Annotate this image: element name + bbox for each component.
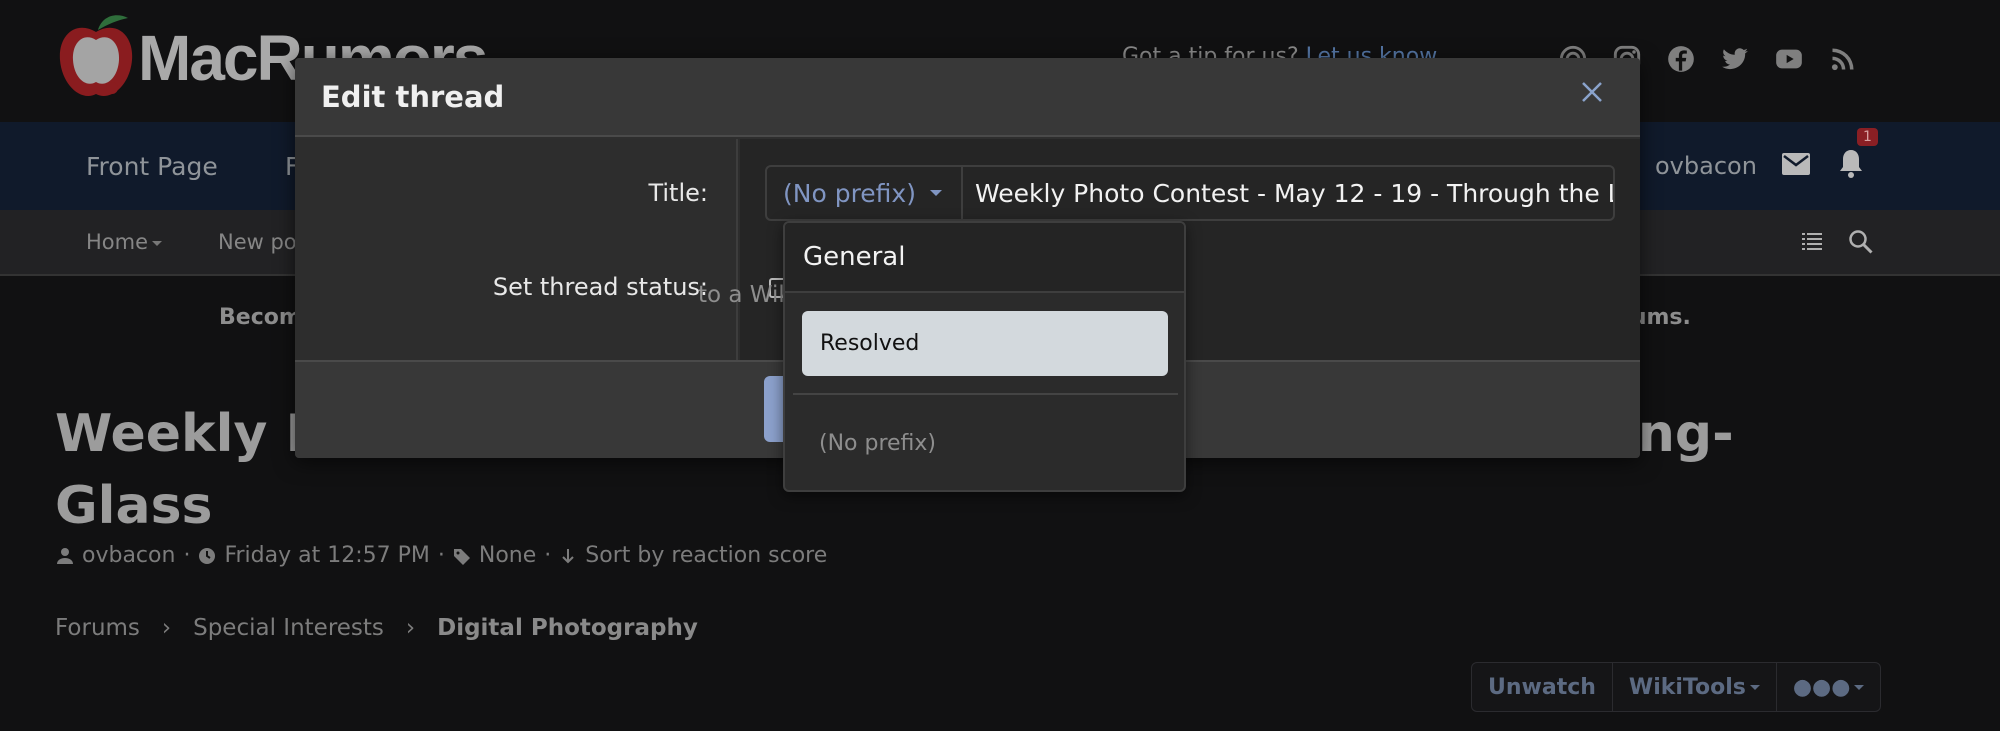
list-icon[interactable] — [1802, 232, 1822, 254]
rss-icon[interactable] — [1828, 44, 1858, 74]
breadcrumb-special-interests[interactable]: Special Interests — [193, 615, 384, 641]
breadcrumb: Forums › Special Interests › Digital Pho… — [55, 615, 698, 641]
arrow-down-icon — [562, 548, 574, 563]
title-field: (No prefix) Weekly Photo Contest - May 1… — [765, 165, 1615, 221]
chevron-right-icon: › — [161, 615, 172, 641]
prefix-dropdown: General Resolved (No prefix) — [783, 221, 1186, 492]
title-label: Title: — [648, 179, 708, 207]
modal-header: Edit thread — [295, 58, 1640, 137]
chevron-right-icon: › — [405, 615, 416, 641]
notification-badge: 1 — [1857, 128, 1878, 146]
prefix-option-resolved[interactable]: Resolved — [802, 311, 1168, 376]
bell-icon[interactable] — [1838, 148, 1864, 184]
tag-icon — [453, 548, 470, 565]
sort-link[interactable]: Sort by reaction score — [585, 543, 827, 568]
title-input[interactable]: Weekly Photo Contest - May 12 - 19 - Thr… — [963, 167, 1613, 219]
close-icon[interactable] — [1580, 80, 1610, 110]
chevron-down-icon — [929, 190, 942, 196]
wikitools-button[interactable]: WikiTools — [1613, 663, 1777, 711]
status-label: Set thread status: — [492, 273, 708, 301]
clock-icon — [199, 547, 216, 564]
thread-author[interactable]: ovbacon — [82, 543, 175, 568]
thread-date[interactable]: Friday at 12:57 PM — [224, 543, 429, 568]
thread-meta: ovbacon · Friday at 12:57 PM · None · So… — [56, 543, 827, 568]
unwatch-button[interactable]: Unwatch — [1472, 663, 1613, 711]
facebook-icon[interactable] — [1666, 44, 1696, 74]
user-icon — [57, 547, 73, 564]
nav-username[interactable]: ovbacon — [1655, 152, 1757, 180]
search-icon[interactable] — [1848, 229, 1874, 259]
prefix-option-none[interactable]: (No prefix) — [819, 431, 936, 456]
subnav-home[interactable]: Home — [86, 230, 163, 254]
ellipsis-icon: ●●● — [1792, 674, 1851, 700]
modal-title: Edit thread — [321, 80, 505, 114]
dropdown-divider — [793, 393, 1178, 395]
dropdown-group-header: General — [785, 223, 1184, 293]
breadcrumb-digital-photography[interactable]: Digital Photography — [437, 615, 698, 641]
promo-banner: Becom — [219, 305, 302, 330]
twitter-icon[interactable] — [1720, 44, 1750, 74]
chevron-down-icon — [1749, 684, 1760, 690]
more-options-button[interactable]: ●●● — [1777, 663, 1881, 711]
breadcrumb-forums[interactable]: Forums — [55, 615, 140, 641]
thread-tags: None — [478, 543, 537, 568]
mail-icon[interactable] — [1782, 153, 1810, 179]
apple-logo-icon — [56, 10, 136, 100]
chevron-down-icon — [1854, 684, 1865, 690]
prefix-select[interactable]: (No prefix) — [767, 167, 963, 219]
chevron-down-icon — [152, 240, 163, 246]
nav-front-page[interactable]: Front Page — [86, 152, 218, 181]
youtube-icon[interactable] — [1774, 44, 1804, 74]
thread-actions: Unwatch WikiTools ●●● — [1471, 662, 1882, 712]
